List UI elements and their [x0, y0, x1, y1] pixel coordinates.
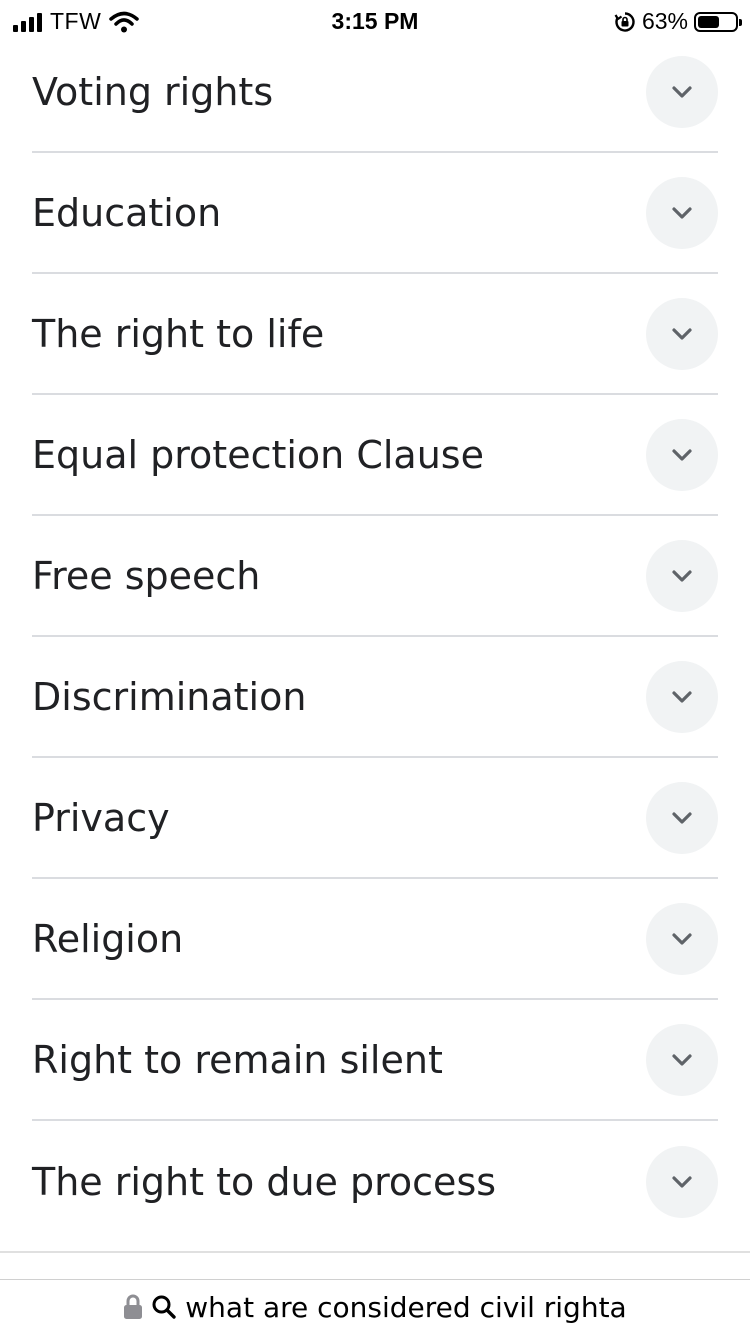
- topic-row[interactable]: Right to remain silent: [32, 1000, 718, 1121]
- topic-label: Free speech: [32, 553, 261, 598]
- expand-button[interactable]: [646, 539, 718, 612]
- topic-label: Voting rights: [32, 69, 274, 114]
- expand-button[interactable]: [646, 1145, 718, 1218]
- topic-label: Equal protection Clause: [32, 432, 484, 477]
- expand-button[interactable]: [646, 660, 718, 733]
- expand-button[interactable]: [646, 1023, 718, 1096]
- chevron-down-icon: [672, 690, 692, 703]
- topic-label: The right to life: [32, 311, 325, 356]
- battery-icon: [694, 11, 742, 32]
- orientation-lock-icon: [614, 11, 635, 32]
- chevron-down-icon: [672, 1175, 692, 1188]
- battery-percent: 63%: [641, 8, 688, 34]
- chevron-down-icon: [672, 811, 692, 824]
- topic-label: Religion: [32, 916, 184, 961]
- topic-label: Discrimination: [32, 674, 307, 719]
- chevron-down-icon: [672, 448, 692, 461]
- topic-row[interactable]: Education: [32, 153, 718, 274]
- topic-row[interactable]: The right to life: [32, 274, 718, 395]
- search-icon: [152, 1295, 176, 1319]
- chevron-down-icon: [672, 206, 692, 219]
- topic-row[interactable]: Voting rights: [32, 32, 718, 153]
- topic-row[interactable]: Privacy: [32, 758, 718, 879]
- expand-button[interactable]: [646, 902, 718, 975]
- topic-row[interactable]: Religion: [32, 879, 718, 1000]
- expand-button[interactable]: [646, 55, 718, 128]
- list-end-divider: [0, 1251, 750, 1253]
- lock-icon: [124, 1294, 143, 1319]
- chevron-down-icon: [672, 569, 692, 582]
- chevron-down-icon: [672, 1053, 692, 1066]
- chevron-down-icon: [672, 327, 692, 340]
- address-bar[interactable]: what are considered civil righta: [0, 1279, 750, 1334]
- expand-button[interactable]: [646, 297, 718, 370]
- topic-row[interactable]: Discrimination: [32, 637, 718, 758]
- chevron-down-icon: [672, 932, 692, 945]
- address-query: what are considered civil righta: [185, 1290, 627, 1324]
- topic-row[interactable]: Free speech: [32, 516, 718, 637]
- topic-row[interactable]: Equal protection Clause: [32, 395, 718, 516]
- topic-row[interactable]: The right to due process: [32, 1121, 718, 1242]
- topic-list: Voting rights Education The right to lif…: [32, 32, 718, 1242]
- topic-label: The right to due process: [32, 1159, 497, 1204]
- battery-fill: [698, 15, 720, 28]
- topic-label: Education: [32, 190, 222, 235]
- chevron-down-icon: [672, 85, 692, 98]
- status-right: 63%: [614, 8, 742, 35]
- expand-button[interactable]: [646, 781, 718, 854]
- expand-button[interactable]: [646, 176, 718, 249]
- expand-button[interactable]: [646, 418, 718, 491]
- topic-label: Right to remain silent: [32, 1037, 443, 1082]
- topic-label: Privacy: [32, 795, 170, 840]
